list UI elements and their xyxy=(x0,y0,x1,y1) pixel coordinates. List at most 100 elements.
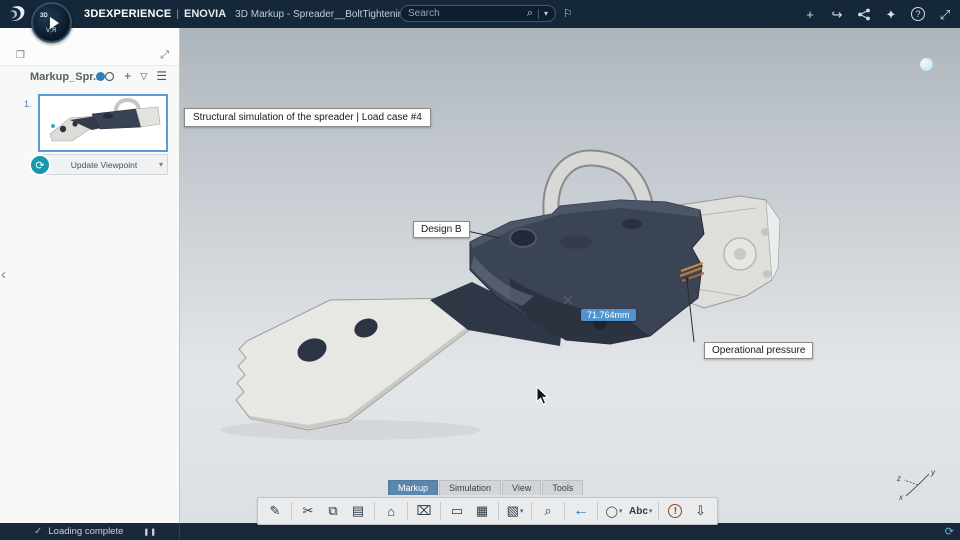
paste-button[interactable]: ▤ xyxy=(346,499,370,523)
copy-button[interactable]: ⧉ xyxy=(321,499,345,523)
visibility-toggle[interactable] xyxy=(95,71,115,82)
toolbar-separator xyxy=(658,502,660,520)
important-button[interactable]: ! xyxy=(663,499,687,523)
compass-3d-label: 3D xyxy=(40,13,48,19)
slide-number: 1. xyxy=(24,99,32,109)
text-tool-button[interactable]: Abc ▾ xyxy=(627,499,654,523)
save-button[interactable]: ⇩ xyxy=(688,499,712,523)
axis-triad: y z x xyxy=(896,468,936,501)
toolbar-separator xyxy=(374,502,375,520)
document-title[interactable]: 3D Markup - Spreader__BoltTightenin... xyxy=(235,9,411,20)
toolbar-separator xyxy=(407,502,408,520)
add-content-button[interactable]: + xyxy=(803,8,817,21)
tag-icon[interactable]: ⚐ xyxy=(563,7,573,20)
help-button[interactable]: ? xyxy=(911,7,925,21)
top-bar: 3DEXPERIENCE | ENOVIA 3D Markup - Spread… xyxy=(0,0,960,28)
zoom-icon: ⌕ xyxy=(544,503,552,518)
filter-icon[interactable]: ▽ xyxy=(140,71,147,81)
assistant-icon[interactable]: ✦ xyxy=(884,8,898,21)
scene-annotation[interactable]: Structural simulation of the spreader | … xyxy=(184,108,431,127)
paste-icon: ▤ xyxy=(351,503,365,518)
status-left-section: ✓ Loading complete ❚❚ xyxy=(0,523,180,540)
search-chevron-down-icon[interactable]: ▾ xyxy=(544,9,548,18)
status-bar: ✓ Loading complete ❚❚ ⟳ xyxy=(0,523,960,540)
table-button[interactable]: ▦ xyxy=(470,499,494,523)
text-tool-icon: Abc xyxy=(629,505,648,517)
slide-thumbnail-preview xyxy=(49,97,161,142)
markup-slides-panel: ❐ ⤢ Markup_Spr... + ▽ ☰ 1. ⟳ Update View… xyxy=(0,28,180,523)
panel-window-icon[interactable]: ❐ xyxy=(16,50,25,61)
axis-x-label: x xyxy=(898,493,904,501)
search-box[interactable]: ⌕ ▾ xyxy=(400,5,556,22)
fullscreen-button[interactable]: ⤢ xyxy=(938,8,952,21)
search-icon[interactable]: ⌕ xyxy=(527,8,533,19)
circle-tool-icon: ◯ xyxy=(605,505,618,518)
update-viewpoint-button[interactable]: ⟳ Update Viewpoint ▾ xyxy=(31,154,168,175)
home-button[interactable]: ⌂ xyxy=(379,499,403,523)
panel-title: Markup_Spr... xyxy=(30,71,103,83)
favorite-heart-icon[interactable]: ♡ xyxy=(561,480,571,493)
toolbar-separator xyxy=(440,502,441,520)
create-markup-icon: ✎ xyxy=(269,503,281,518)
toolbar-separator xyxy=(291,502,292,520)
toolbar-separator xyxy=(498,502,499,520)
cut-button[interactable]: ✂ xyxy=(296,499,320,523)
pause-icon[interactable]: ❚❚ xyxy=(143,528,157,536)
share-nodes-icon[interactable] xyxy=(857,8,871,21)
ribbon-tabs: Markup Simulation View Tools xyxy=(388,480,584,495)
section-box-chevron-icon[interactable]: ▾ xyxy=(520,507,524,515)
panel-expand-icon[interactable]: ⤢ xyxy=(160,49,169,62)
back-arrow-icon: ← xyxy=(573,502,589,519)
section-box-icon: ▧ xyxy=(506,503,519,518)
home-icon: ⌂ xyxy=(387,503,395,519)
share-button[interactable]: ↪ xyxy=(830,8,844,21)
panel-menu-icon[interactable]: ☰ xyxy=(156,70,167,82)
brand-name: 3DEXPERIENCE xyxy=(84,8,172,20)
collaboration-bubble-icon[interactable] xyxy=(919,57,934,72)
slide-button[interactable]: ▭ xyxy=(445,499,469,523)
measurement-tooltip[interactable]: 71.764mm xyxy=(581,309,636,321)
toolbar-separator xyxy=(564,502,565,520)
app-name: ENOVIA xyxy=(183,8,227,20)
panel-header: ❐ ⤢ xyxy=(0,28,179,66)
toolbar-separator xyxy=(597,502,598,520)
important-icon: ! xyxy=(668,504,683,518)
save-icon: ⇩ xyxy=(694,503,706,518)
pressure-annotation[interactable]: Operational pressure xyxy=(704,342,814,359)
design-annotation[interactable]: Design B xyxy=(413,221,470,238)
axis-z-label: z xyxy=(896,474,901,483)
markup-toolbar: ✎ ✂ ⧉ ▤ ⌂ ⌧ ▭ ▦ ▧ ▾ ⌕ ← ◯ ▾ Abc ▾ ! ⇩ xyxy=(257,497,719,525)
cut-icon: ✂ xyxy=(302,503,314,518)
create-markup-button[interactable]: ✎ xyxy=(263,499,287,523)
update-viewpoint-chevron-icon[interactable]: ▾ xyxy=(159,160,163,169)
circle-tool-chevron-icon[interactable]: ▾ xyxy=(619,507,623,515)
refresh-icon[interactable]: ⟳ xyxy=(31,156,49,174)
slide-thumbnail[interactable] xyxy=(38,94,168,152)
tab-view[interactable]: View xyxy=(502,480,542,495)
axis-y-label: y xyxy=(930,468,936,477)
text-tool-chevron-icon[interactable]: ▾ xyxy=(649,507,653,515)
status-swirl-icon[interactable]: ⟳ xyxy=(945,525,954,538)
circle-tool-button[interactable]: ◯ ▾ xyxy=(602,499,626,523)
add-slide-button[interactable]: + xyxy=(124,70,131,82)
copy-icon: ⧉ xyxy=(328,503,338,518)
zoom-button[interactable]: ⌕ xyxy=(536,499,560,523)
section-box-button[interactable]: ▧ ▾ xyxy=(503,499,527,523)
panel-collapse-handle[interactable]: ‹ xyxy=(1,266,6,283)
delete-markup-icon: ⌧ xyxy=(416,503,432,518)
check-icon: ✓ xyxy=(34,526,43,537)
search-divider xyxy=(537,8,539,19)
slide-icon: ▭ xyxy=(450,503,464,518)
update-viewpoint-label: Update Viewpoint xyxy=(70,159,138,170)
tab-simulation[interactable]: Simulation xyxy=(439,480,502,495)
search-input[interactable] xyxy=(408,8,522,19)
spreader-3d-model[interactable] xyxy=(180,28,960,523)
3dexperience-compass[interactable]: 3D V,R xyxy=(31,2,72,43)
3ds-logo-icon xyxy=(9,6,25,21)
compass-vr-label: V,R xyxy=(46,28,57,34)
3d-viewport[interactable]: Structural simulation of the spreader | … xyxy=(180,28,960,523)
back-button[interactable]: ← xyxy=(569,499,593,523)
toolbar-separator xyxy=(531,502,532,520)
delete-markup-button[interactable]: ⌧ xyxy=(412,499,436,523)
tab-markup[interactable]: Markup xyxy=(388,480,439,495)
